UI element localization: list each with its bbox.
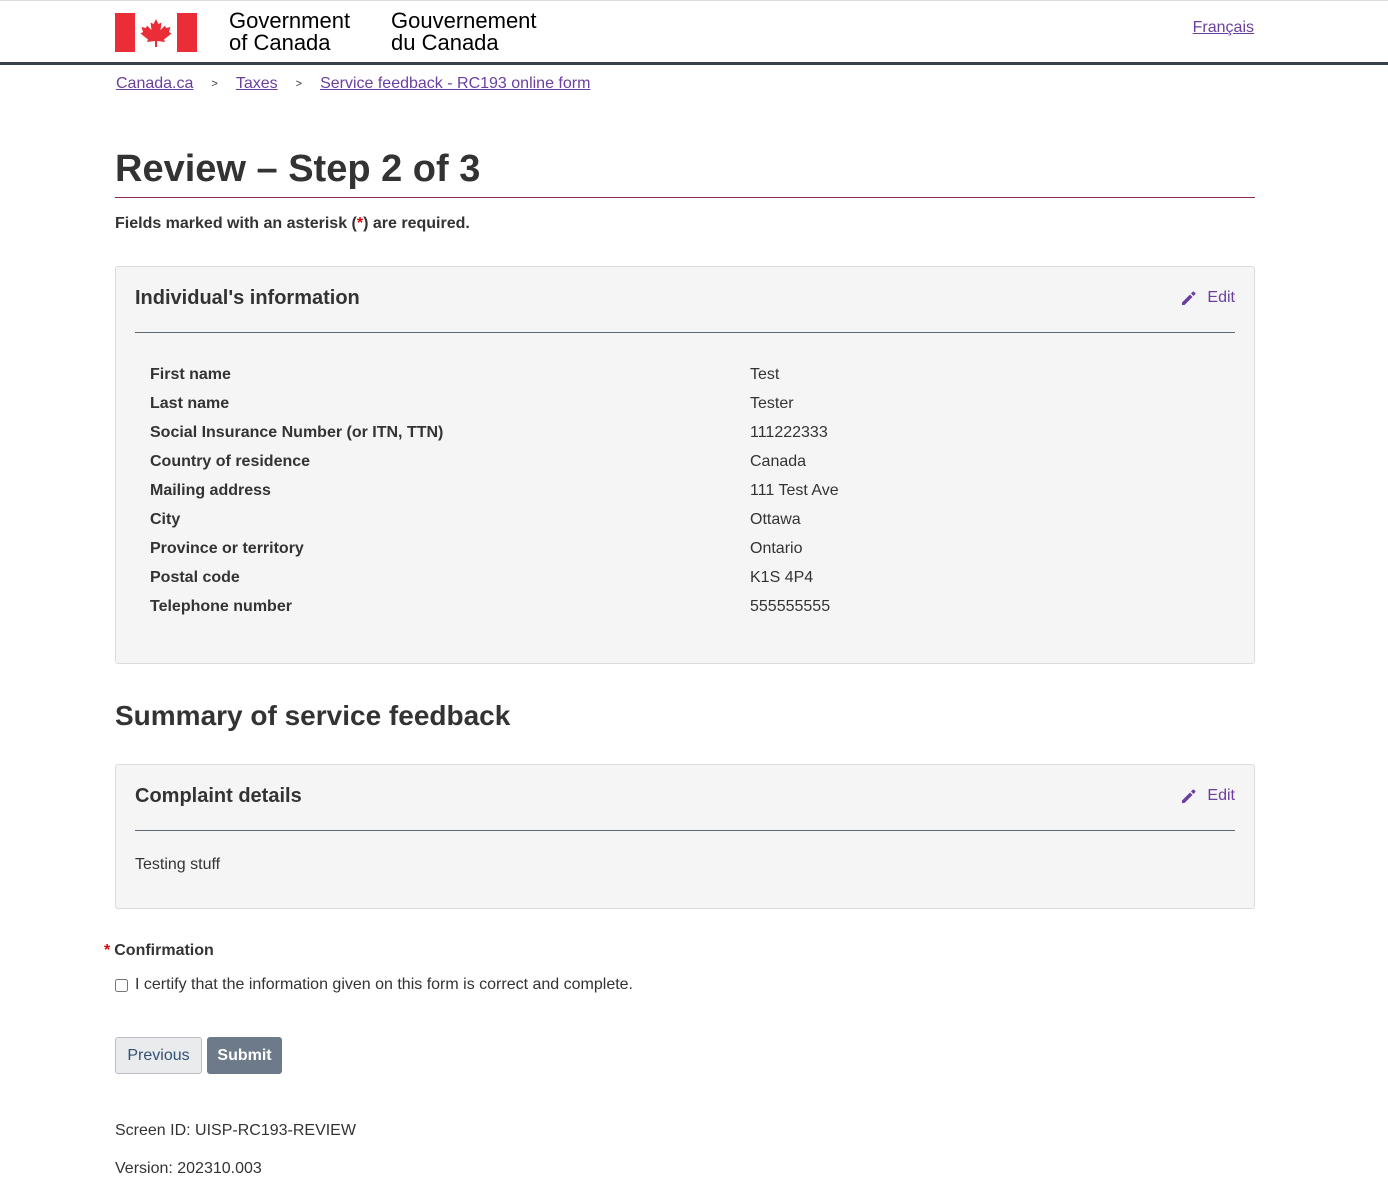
confirmation-label-text: Confirmation — [114, 942, 214, 959]
pencil-icon — [1182, 789, 1196, 803]
edit-individual-info-button[interactable]: Edit — [1181, 289, 1235, 307]
breadcrumb-separator: > — [211, 78, 218, 90]
required-asterisk: * — [104, 942, 111, 959]
field-label: Last name — [150, 395, 230, 412]
info-row-mailing-address: Mailing address 111 Test Ave — [150, 478, 1150, 507]
edit-complaint-details-button[interactable]: Edit — [1181, 787, 1235, 805]
required-fields-note: Fields marked with an asterisk (*) are r… — [115, 215, 470, 233]
breadcrumb-item-service-feedback[interactable]: Service feedback - RC193 online form — [320, 75, 590, 93]
field-label: Country of residence — [150, 453, 311, 470]
info-row-sin: Social Insurance Number (or ITN, TTN) 11… — [150, 420, 1150, 449]
field-label: City — [150, 511, 181, 528]
individual-info-heading: Individual's information — [135, 287, 360, 309]
field-value: Tester — [750, 395, 794, 412]
signature-en-line1: Government — [229, 8, 351, 33]
page-title: Review – Step 2 of 3 — [115, 148, 481, 190]
field-value: Canada — [750, 453, 807, 470]
field-label: Mailing address — [150, 482, 271, 499]
screen-id: Screen ID: UISP-RC193-REVIEW — [115, 1122, 356, 1139]
signature-french: Gouvernement du Canada — [391, 10, 537, 54]
previous-button[interactable]: Previous — [115, 1037, 202, 1074]
field-value: 555555555 — [750, 598, 831, 615]
edit-label: Edit — [1207, 289, 1235, 306]
field-value: Ontario — [750, 540, 803, 557]
field-value: 111 Test Ave — [750, 482, 839, 499]
field-value: 111222333 — [750, 424, 828, 441]
signature-fr-line1: Gouvernement — [391, 8, 537, 33]
required-note-suffix: ) are required. — [363, 215, 470, 232]
certify-checkbox-label[interactable]: I certify that the information given on … — [135, 976, 633, 994]
signature-fr-line2: du Canada — [391, 30, 499, 55]
field-label: First name — [150, 366, 231, 383]
info-row-last-name: Last name Tester — [150, 391, 1150, 420]
field-value: Ottawa — [750, 511, 801, 528]
title-underline — [115, 197, 1255, 198]
signature-english: Government of Canada — [229, 10, 350, 54]
canada-flag-icon — [115, 13, 197, 52]
breadcrumb-separator: > — [295, 78, 303, 90]
complaint-text: Testing stuff — [135, 856, 221, 873]
field-label: Telephone number — [150, 598, 292, 615]
field-value: Test — [750, 366, 780, 383]
field-label: Social Insurance Number (or ITN, TTN) — [150, 424, 444, 441]
field-label: Province or territory — [150, 540, 304, 557]
field-value: K1S 4P4 — [750, 569, 814, 586]
required-note-prefix: Fields marked with an asterisk ( — [115, 215, 357, 232]
breadcrumb-item-canada[interactable]: Canada.ca — [116, 75, 193, 93]
version-info: Version: 202310.003 — [115, 1160, 262, 1177]
complaint-details-heading: Complaint details — [135, 785, 302, 807]
info-row-country: Country of residence Canada — [150, 449, 1150, 478]
info-row-telephone: Telephone number 555555555 — [150, 594, 1150, 623]
signature-en-line2: of Canada — [229, 30, 331, 55]
field-label: Postal code — [150, 569, 240, 586]
site-header: Government of Canada Gouvernement du Can… — [0, 1, 1388, 62]
individual-info-panel: Individual's information Edit First name… — [115, 266, 1255, 664]
header-divider — [0, 62, 1388, 65]
panel-divider — [135, 830, 1235, 831]
confirmation-option[interactable]: I certify that the information given on … — [115, 976, 633, 994]
edit-label: Edit — [1207, 787, 1235, 804]
individual-info-list: First name Test Last name Tester Social … — [150, 362, 1150, 623]
info-row-first-name: First name Test — [150, 362, 1150, 391]
info-row-province: Province or territory Ontario — [150, 536, 1150, 565]
breadcrumb-item-taxes[interactable]: Taxes — [236, 75, 278, 93]
summary-title: Summary of service feedback — [115, 700, 511, 731]
submit-button[interactable]: Submit — [207, 1037, 282, 1074]
pencil-icon — [1182, 291, 1196, 305]
language-toggle-link[interactable]: Français — [1193, 19, 1254, 37]
complaint-details-panel: Complaint details Edit Testing stuff — [115, 764, 1255, 909]
panel-divider — [135, 332, 1235, 333]
breadcrumb: Canada.ca > Taxes > Service feedback - R… — [116, 75, 590, 93]
info-row-city: City Ottawa — [150, 507, 1150, 536]
confirmation-label: * Confirmation — [104, 942, 214, 960]
certify-checkbox[interactable] — [115, 978, 128, 992]
info-row-postal-code: Postal code K1S 4P4 — [150, 565, 1150, 594]
